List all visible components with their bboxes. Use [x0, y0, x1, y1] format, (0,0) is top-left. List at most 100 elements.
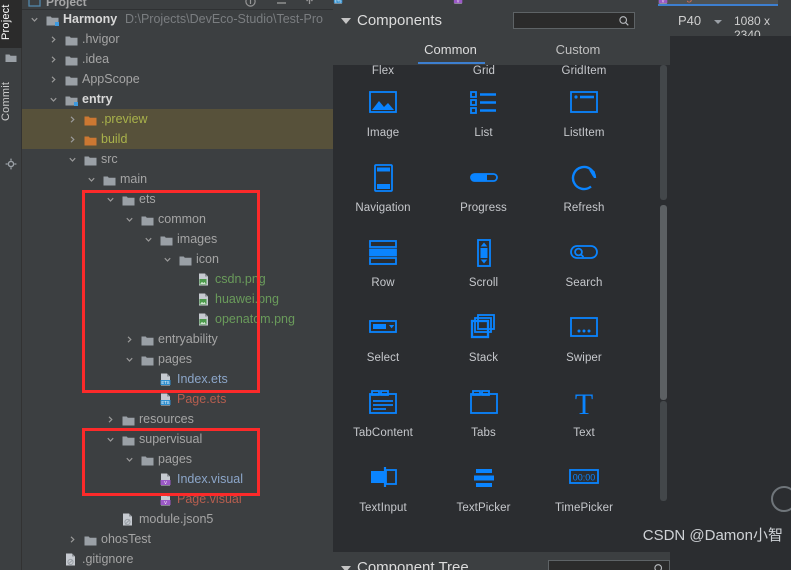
caret-down-icon[interactable] [341, 18, 351, 24]
component-item-griditem[interactable]: GridItem [534, 65, 634, 81]
component-item-grid[interactable]: Grid [434, 65, 534, 81]
tree-row-supervisual[interactable]: supervisual [22, 429, 333, 449]
components-scrollbar-thumb[interactable] [660, 205, 667, 400]
toolstrip-commit-button[interactable]: Commit [0, 46, 22, 156]
component-item-stack[interactable]: Stack [434, 306, 534, 381]
tree-row--idea[interactable]: .idea [22, 49, 333, 69]
chevron-right-icon[interactable] [49, 49, 58, 69]
component-item-listitem[interactable]: ListItem [534, 81, 634, 156]
component-item-scroll[interactable]: Scroll [434, 231, 534, 306]
component-item-navigation[interactable]: Navigation [333, 156, 433, 231]
tree-row-pages[interactable]: pages [22, 449, 333, 469]
components-grid-row: TextInput TextPicker 00:00 TimePicker [333, 456, 635, 531]
chevron-down-icon[interactable] [125, 209, 134, 229]
tree-row-csdn-png[interactable]: csdn.png [22, 269, 333, 289]
chevron-down-icon[interactable] [714, 20, 722, 24]
tree-row-common[interactable]: common [22, 209, 333, 229]
svg-text:ETS: ETS [161, 380, 169, 385]
folder-orange-icon [84, 133, 97, 146]
component-item-timepicker[interactable]: 00:00 TimePicker [534, 456, 634, 531]
tree-row-label: Index.ets [177, 372, 228, 386]
tree-row-module-json5[interactable]: module.json5 [22, 509, 333, 529]
component-item-textinput[interactable]: TextInput [333, 456, 433, 531]
component-item-tabcontent[interactable]: TabContent [333, 381, 433, 456]
component-item-list[interactable]: List [434, 81, 534, 156]
tree-row-entry[interactable]: entry [22, 89, 333, 109]
chevron-down-icon[interactable] [125, 449, 134, 469]
chevron-down-icon[interactable] [125, 349, 134, 369]
tree-row-label: ets [139, 192, 156, 206]
project-title-label: Project [46, 0, 87, 9]
component-item-progress[interactable]: Progress [434, 156, 534, 231]
caret-down-icon[interactable] [341, 566, 351, 570]
component-item-flex[interactable]: Flex [333, 65, 433, 81]
tree-row-resources[interactable]: resources [22, 409, 333, 429]
chevron-right-icon[interactable] [125, 329, 134, 349]
tree-row-index-ets[interactable]: ETS Index.ets [22, 369, 333, 389]
tab-custom-label: Custom [555, 42, 601, 57]
tree-row-appscope[interactable]: AppScope [22, 69, 333, 89]
chevron-down-icon[interactable] [163, 249, 172, 269]
chevron-down-icon[interactable] [106, 429, 115, 449]
project-file-tree[interactable]: Harmony D:\Projects\DevEco-Studio\Test-Pr… [22, 9, 333, 570]
chevron-down-icon[interactable] [144, 229, 153, 249]
tree-row-label: supervisual [139, 432, 203, 446]
tree-row-src[interactable]: src [22, 149, 333, 169]
component-item-refresh[interactable]: Refresh [534, 156, 634, 231]
components-scrollbar-track[interactable] [656, 65, 670, 552]
tree-row-entryability[interactable]: entryability [22, 329, 333, 349]
components-scrollbar-thumb-upper[interactable] [660, 65, 667, 200]
tree-row-page-visual[interactable]: V Page.visual [22, 489, 333, 509]
tab-common[interactable]: Common [378, 36, 523, 63]
search-component-icon [564, 233, 604, 275]
chevron-down-icon[interactable] [30, 9, 39, 29]
components-panel-title: Components [357, 12, 443, 29]
chevron-right-icon[interactable] [68, 109, 77, 129]
chevron-right-icon[interactable] [106, 409, 115, 429]
component-item-search[interactable]: Search [534, 231, 634, 306]
component-tree-search-box[interactable] [548, 560, 670, 570]
tree-row-label: module.json5 [139, 512, 214, 526]
select-icon [363, 308, 403, 350]
tree-row-ohostest[interactable]: ohosTest [22, 529, 333, 549]
chevron-down-icon[interactable] [49, 89, 58, 109]
tree-row-ets[interactable]: ets [22, 189, 333, 209]
component-item-row[interactable]: Row [333, 231, 433, 306]
tree-row-harmony[interactable]: Harmony D:\Projects\DevEco-Studio\Test-Pr… [22, 9, 333, 29]
tree-row-openatom-png[interactable]: openatom.png [22, 309, 333, 329]
tree-row-build[interactable]: build [22, 129, 333, 149]
tree-row-images[interactable]: images [22, 229, 333, 249]
chevron-down-icon[interactable] [87, 169, 96, 189]
components-search-input[interactable] [517, 13, 617, 30]
chevron-right-icon[interactable] [68, 529, 77, 549]
component-item-image[interactable]: Image [333, 81, 433, 156]
tree-row-index-visual[interactable]: V Index.visual [22, 469, 333, 489]
chevron-right-icon[interactable] [49, 29, 58, 49]
chevron-right-icon[interactable] [68, 129, 77, 149]
components-grid-row: Navigation Progress Refresh [333, 156, 635, 231]
tree-row-pages[interactable]: pages [22, 349, 333, 369]
components-scrollbar-thumb-lower[interactable] [660, 401, 667, 501]
tree-row-page-ets[interactable]: ETS Page.ets [22, 389, 333, 409]
chevron-down-icon[interactable] [106, 189, 115, 209]
component-item-select[interactable]: Select [333, 306, 433, 381]
component-item-text[interactable]: T Text [534, 381, 634, 456]
component-item-textpicker[interactable]: TextPicker [434, 456, 534, 531]
tree-row-icon[interactable]: icon [22, 249, 333, 269]
visual-file-icon: V [658, 0, 669, 4]
components-search-box[interactable] [513, 12, 635, 30]
tab-custom[interactable]: Custom [523, 36, 633, 63]
toolstrip-project-button[interactable]: Project [0, 0, 22, 48]
tree-row--preview[interactable]: .preview [22, 109, 333, 129]
component-item-tabs[interactable]: Tabs [434, 381, 534, 456]
components-subtabs[interactable]: Common Custom [333, 36, 670, 66]
tree-row--hvigor[interactable]: .hvigor [22, 29, 333, 49]
component-item-swiper[interactable]: Swiper [534, 306, 634, 381]
chevron-right-icon[interactable] [49, 69, 58, 89]
chevron-down-icon[interactable] [68, 149, 77, 169]
device-name-label[interactable]: P40 [678, 13, 701, 28]
tree-row--gitignore[interactable]: .gitignore [22, 549, 333, 569]
tree-row-huawei-png[interactable]: huawei.png [22, 289, 333, 309]
components-grid[interactable]: Flex Grid GridItem Image List ListItem Navi… [333, 65, 670, 552]
tree-row-main[interactable]: main [22, 169, 333, 189]
